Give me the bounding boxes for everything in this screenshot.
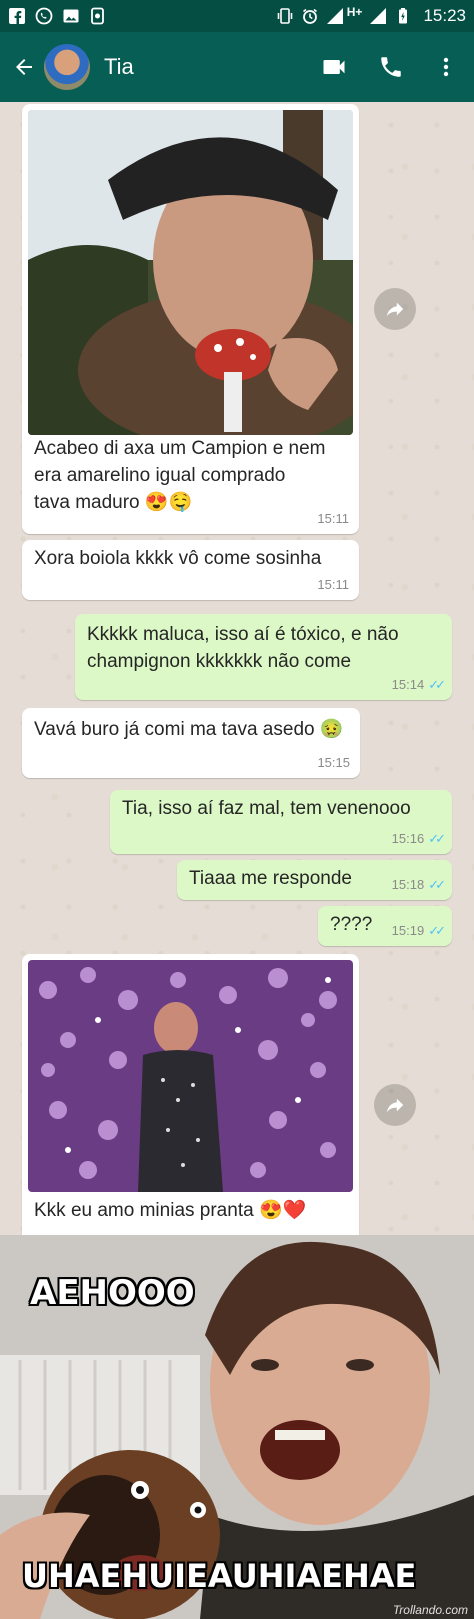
watermark: Trollando.com — [392, 1603, 468, 1617]
message-incoming[interactable]: Kkk eu amo minias pranta 😍❤️ — [22, 954, 359, 1235]
message-time: 15:18 — [391, 876, 425, 892]
back-arrow-icon[interactable] — [10, 53, 38, 81]
avatar[interactable] — [44, 44, 90, 90]
read-ticks-icon: ✓✓ — [428, 676, 446, 692]
forward-button[interactable] — [374, 288, 416, 330]
facebook-icon — [9, 8, 25, 24]
message-text: Kkkkk maluca, isso aí é tóxico, e não ch… — [87, 624, 399, 672]
gallery-icon — [63, 9, 79, 23]
message-meta: 15:15 — [317, 754, 350, 772]
message-time: 15:19 — [391, 922, 425, 938]
message-time: 15:11 — [317, 576, 349, 592]
message-caption: Acabeo di axa um Campion e nem era amare… — [34, 438, 326, 513]
message-incoming[interactable]: Vavá buro já comi ma tava asedo 🤢 15:15 — [22, 708, 360, 778]
message-outgoing[interactable]: Kkkkk maluca, isso aí é tóxico, e não ch… — [75, 614, 452, 700]
message-time: 15:16 — [391, 830, 425, 846]
message-time: 15:11 — [317, 510, 349, 526]
message-text: Xora boiola kkkk vô come sosinha — [34, 548, 322, 569]
message-text: Tiaaa me responde — [189, 868, 353, 889]
message-meta: 15:11 — [317, 576, 349, 594]
message-caption: Kkk eu amo minias pranta 😍❤️ — [34, 1200, 307, 1221]
forward-button[interactable] — [374, 1084, 416, 1126]
forward-icon — [386, 302, 404, 317]
flowers-photo[interactable] — [28, 960, 353, 1192]
contact-name[interactable]: Tia — [104, 54, 134, 80]
message-meta: 15:11 — [317, 510, 349, 528]
meme-image: AEHOOO UHAEHUIEAUHIAEHAE Trollando.com — [0, 1235, 474, 1619]
message-text: ???? — [330, 914, 373, 935]
chat-header: Tia — [0, 32, 474, 102]
mushroom-photo[interactable] — [28, 110, 353, 435]
phone-call-icon[interactable] — [378, 54, 404, 80]
message-time: 15:15 — [317, 754, 350, 770]
vibrate-icon — [277, 8, 293, 24]
clock: 15:23 — [423, 6, 466, 25]
video-call-icon[interactable] — [320, 53, 348, 81]
forward-icon — [386, 1098, 404, 1113]
alarm-icon — [302, 8, 317, 24]
message-meta: 15:19 ✓✓ — [391, 922, 446, 940]
whatsapp-icon — [35, 7, 53, 25]
app-icon — [91, 7, 104, 25]
message-meta: 15:14 ✓✓ — [391, 676, 446, 694]
message-incoming[interactable]: Xora boiola kkkk vô come sosinha 15:11 — [22, 540, 359, 600]
message-text: Tia, isso aí faz mal, tem venenooo — [122, 798, 411, 819]
message-meta: 15:18 ✓✓ — [391, 876, 446, 894]
read-ticks-icon: ✓✓ — [428, 830, 446, 846]
signal-icon — [370, 8, 387, 24]
message-outgoing[interactable]: Tia, isso aí faz mal, tem venenooo 15:16… — [110, 790, 452, 854]
more-vert-icon[interactable] — [434, 55, 458, 79]
network-type: H+ — [346, 5, 363, 19]
chat-area[interactable]: Acabeo di axa um Campion e nem era amare… — [0, 102, 474, 1235]
meme-bottom-text: UHAEHUIEAUHIAEHAE — [22, 1557, 417, 1595]
message-outgoing[interactable]: ???? 15:19 ✓✓ — [318, 906, 452, 946]
read-ticks-icon: ✓✓ — [428, 922, 446, 938]
read-ticks-icon: ✓✓ — [428, 876, 446, 892]
message-incoming[interactable]: Acabeo di axa um Campion e nem era amare… — [22, 104, 359, 534]
message-text: Vavá buro já comi ma tava asedo 🤢 — [34, 719, 344, 740]
message-outgoing[interactable]: Tiaaa me responde 15:18 ✓✓ — [177, 860, 452, 900]
meme-top-text: AEHOOO — [30, 1273, 195, 1313]
message-meta: 15:16 ✓✓ — [391, 830, 446, 848]
signal-icon — [326, 8, 343, 24]
message-time: 15:14 — [391, 676, 425, 692]
status-bar: H+ 15:23 — [0, 0, 474, 32]
battery-icon — [399, 8, 408, 24]
